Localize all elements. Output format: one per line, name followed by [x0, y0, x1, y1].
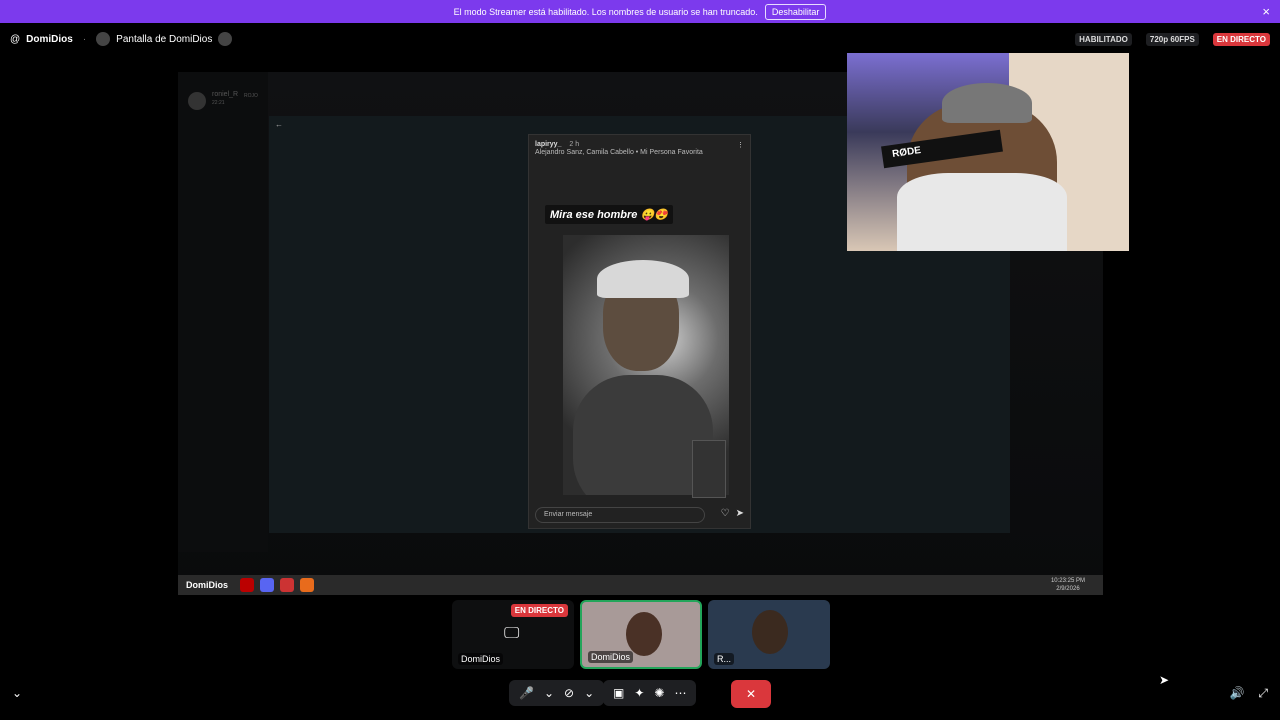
live-badge: EN DIRECTO: [1212, 32, 1270, 46]
participant-tiles: EN DIRECTO 🖵 DomiDios DomiDios R...: [452, 600, 830, 669]
story-viewer[interactable]: lapiryy_ 2 h ⋮ Alejandro Sanz, Camila Ca…: [528, 134, 751, 529]
taskbar-brand: DomiDios: [186, 580, 229, 590]
participant-tile[interactable]: EN DIRECTO 🖵 DomiDios: [452, 600, 574, 669]
camera-off-icon[interactable]: ⊘: [564, 686, 574, 700]
screen-icon: 🖵: [504, 625, 520, 642]
streamer-cap: [942, 83, 1032, 123]
story-time: 2 h: [569, 141, 580, 148]
send-icon[interactable]: ➤: [736, 508, 744, 519]
activities-icon[interactable]: ✦: [634, 686, 644, 700]
screen-title: Pantalla de DomiDios: [116, 33, 213, 45]
chevron-down-icon[interactable]: ⌄: [584, 686, 594, 700]
chevron-down-icon[interactable]: ⌄: [544, 686, 554, 700]
faded-username: roniel_R: [212, 91, 239, 98]
app-icon: [240, 578, 255, 592]
avatar: [218, 32, 233, 46]
webcam-overlay: RØDE: [847, 53, 1129, 251]
story-header: lapiryy_ 2 h ⋮ Alejandro Sanz, Camila Ca…: [535, 141, 744, 156]
avatar: [188, 92, 206, 110]
avatar: [96, 32, 111, 46]
screen-share-icon[interactable]: ▣: [613, 686, 624, 700]
channel-icon: @: [10, 33, 21, 45]
fullscreen-icon[interactable]: ⤢: [1258, 686, 1268, 701]
tile-label: DomiDios: [458, 653, 504, 665]
more-icon[interactable]: ⋮: [737, 141, 744, 149]
soundboard-icon[interactable]: ✺: [654, 686, 664, 700]
message-input[interactable]: Enviar mensaje: [535, 507, 705, 523]
clock-date: 2/9/2026: [1056, 586, 1080, 592]
story-username[interactable]: lapiryy_: [535, 141, 561, 148]
chevron-down-icon[interactable]: ⌄: [12, 686, 22, 700]
app-icon: [280, 578, 295, 592]
streamer-pill: HABILITADO: [1075, 32, 1132, 46]
disable-button[interactable]: Deshabilitar: [764, 3, 827, 20]
live-badge: EN DIRECTO: [510, 604, 568, 617]
av-controls: 🎤 ⌄ ⊘ ⌄: [509, 680, 605, 706]
discord-icon: [260, 578, 275, 592]
story-caption: Mira ese hombre 😛😍: [545, 205, 673, 224]
person-cap: [597, 260, 689, 298]
avatar: [752, 610, 788, 654]
quality-pill: 720p 60FPS: [1145, 32, 1199, 46]
call-actions: ▣ ✦ ✺ ⋯: [603, 680, 697, 706]
faded-badge: ROJO: [244, 93, 258, 99]
participant-tile[interactable]: R...: [708, 600, 830, 669]
tile-label: DomiDios: [588, 651, 634, 663]
streamer-mode-banner: El modo Streamer está habilitado. Los no…: [0, 0, 1280, 23]
volume-icon[interactable]: 🔊: [1229, 686, 1244, 701]
channel-user[interactable]: DomiDios: [26, 34, 73, 45]
end-call-icon[interactable]: ✕: [731, 680, 771, 708]
more-icon[interactable]: ⋯: [674, 686, 686, 700]
clock-time: 10:23:25 PM: [1050, 578, 1085, 584]
back-arrow-icon[interactable]: ←: [275, 120, 283, 129]
close-icon[interactable]: ×: [1262, 4, 1270, 19]
story-mini-thumb: [692, 440, 726, 498]
call-header: @ DomiDios · Pantalla de DomiDios HABILI…: [0, 28, 1280, 50]
mic-icon[interactable]: 🎤: [519, 686, 534, 700]
streamer-shirt: [897, 173, 1067, 251]
banner-text: El modo Streamer está habilitado. Los no…: [453, 6, 758, 17]
heart-icon[interactable]: ♡: [721, 508, 730, 519]
separator: ·: [82, 33, 87, 45]
taskbar: DomiDios 10:23:25 PM 2/9/2026: [178, 575, 1103, 595]
mouse-cursor: ➤: [1159, 673, 1170, 687]
participant-tile[interactable]: DomiDios: [580, 600, 702, 669]
tile-label: R...: [714, 653, 735, 665]
faded-sidebar: roniel_R ROJO 22:21: [178, 72, 268, 552]
faded-time: 22:21: [212, 100, 225, 106]
clock: 10:23:25 PM 2/9/2026: [1051, 577, 1085, 593]
avatar: [626, 612, 662, 656]
story-song: Alejandro Sanz, Camila Cabello • Mi Pers…: [535, 149, 703, 156]
call-toolbar: ⌄ 🎤 ⌄ ⊘ ⌄ ▣ ✦ ✺ ⋯ ✕ 🔊 ⤢: [0, 680, 1280, 710]
app-icon: [300, 578, 315, 592]
